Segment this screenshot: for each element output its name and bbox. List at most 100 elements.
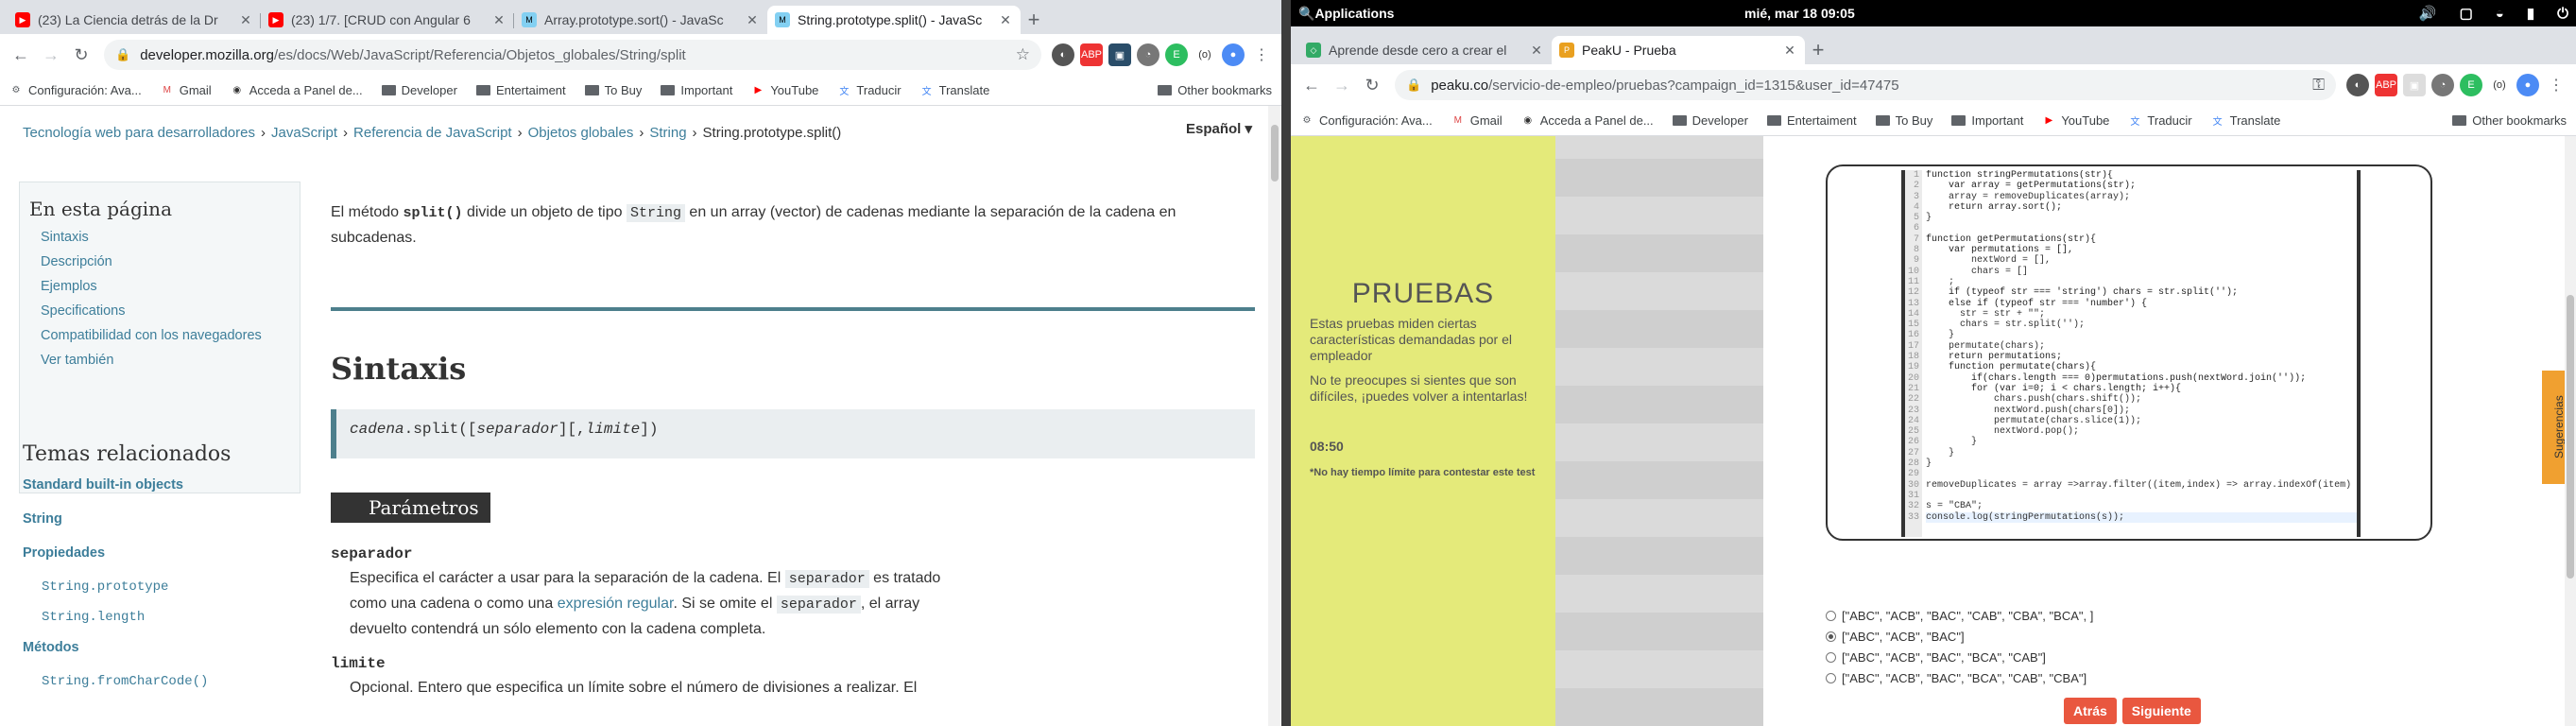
bookmark-item[interactable]: ◉ Acceda a Panel de... xyxy=(1521,113,1653,128)
toc-link[interactable]: Sintaxis xyxy=(41,230,290,245)
bookmark-folder[interactable]: To Buy xyxy=(584,83,642,97)
back-icon[interactable]: ← xyxy=(1297,70,1327,100)
close-icon[interactable]: ✕ xyxy=(745,12,760,28)
close-icon[interactable]: ✕ xyxy=(1529,43,1544,59)
adblock-icon[interactable]: ABP xyxy=(2375,74,2397,96)
menu-icon[interactable]: ⋮ xyxy=(1250,43,1273,66)
related-link[interactable]: String.length xyxy=(42,610,306,625)
key-icon[interactable]: ⚿ xyxy=(2312,76,2325,95)
tab-peaku[interactable]: P PeakU - Prueba ✕ xyxy=(1552,36,1805,64)
bookmark-item[interactable]: ⚙ Configuración: Ava... xyxy=(9,83,142,97)
forward-icon[interactable]: → xyxy=(1327,70,1357,100)
new-tab-button[interactable]: + xyxy=(1021,6,1047,34)
breadcrumb-link[interactable]: Objetos globales xyxy=(528,125,634,141)
scrollbar[interactable] xyxy=(2565,136,2576,726)
toc-link[interactable]: Ver también xyxy=(41,353,290,368)
bookmark-item[interactable]: ◉ Acceda a Panel de... xyxy=(231,83,362,97)
close-icon[interactable]: ✕ xyxy=(998,12,1013,28)
language-selector[interactable]: Español ▾ xyxy=(1186,120,1252,137)
wifi-icon[interactable]: ◒ xyxy=(2496,6,2504,22)
bookmark-folder[interactable]: Developer xyxy=(381,83,457,97)
evernote-icon[interactable]: E xyxy=(1165,43,1188,66)
radio-button[interactable] xyxy=(1826,610,1836,621)
code-editor[interactable]: 1 2 3 4 5 6 7 8 9 10 11 12 13 14 15 16 17 18 19 20 21 22 23 24 2… xyxy=(1901,170,2361,537)
other-bookmarks[interactable]: Other bookmarks xyxy=(2452,113,2567,128)
star-icon[interactable]: ☆ xyxy=(1016,45,1030,64)
radio-button[interactable] xyxy=(1826,672,1836,683)
answer-option[interactable]: ["ABC", "ACB", "BAC", "BCA", "CAB"] xyxy=(1826,647,2093,667)
extension-icon[interactable]: ◐ xyxy=(1052,43,1074,66)
regex-link[interactable]: expresión regular xyxy=(558,596,674,612)
bookmark-item[interactable]: ▶ YouTube xyxy=(2042,113,2109,128)
breadcrumb-link[interactable]: String xyxy=(649,125,686,141)
extension-icon[interactable]: ◔ xyxy=(1137,43,1159,66)
related-link[interactable]: Standard built-in objects xyxy=(23,477,306,493)
bookmark-item[interactable]: M Gmail xyxy=(1451,113,1503,128)
tab-youtube-1[interactable]: ▶ (23) La Ciencia detrás de la Dr ✕ xyxy=(8,6,261,34)
volume-icon[interactable]: 🔊 xyxy=(2419,5,2437,22)
close-icon[interactable]: ✕ xyxy=(1782,43,1797,59)
bookmark-folder[interactable]: Entertaiment xyxy=(475,83,566,97)
next-button[interactable]: Siguiente xyxy=(2121,698,2201,724)
profile-avatar[interactable]: ● xyxy=(2516,74,2539,96)
tab-array-sort[interactable]: M Array.prototype.sort() - JavaSc ✕ xyxy=(514,6,767,34)
toc-link[interactable]: Specifications xyxy=(41,303,290,319)
reload-icon[interactable]: ↻ xyxy=(1357,70,1387,100)
profile-avatar[interactable]: ● xyxy=(1222,43,1245,66)
extension-icon[interactable]: ▣ xyxy=(1108,43,1131,66)
tab-aprende[interactable]: ◇ Aprende desde cero a crear el ✕ xyxy=(1298,36,1552,64)
close-icon[interactable]: ✕ xyxy=(491,12,507,28)
toc-link[interactable]: Ejemplos xyxy=(41,279,290,294)
menu-icon[interactable]: ⋮ xyxy=(2545,74,2567,96)
window-icon[interactable]: ▢ xyxy=(2460,5,2473,22)
bookmark-folder[interactable]: Important xyxy=(661,83,732,97)
extension-icon[interactable]: ◐ xyxy=(2346,74,2369,96)
breadcrumb-link[interactable]: Tecnología web para desarrolladores xyxy=(23,125,255,141)
radio-button[interactable] xyxy=(1826,631,1836,642)
breadcrumb-link[interactable]: Referencia de JavaScript xyxy=(353,125,512,141)
address-bar[interactable]: 🔒 developer.mozilla.org/es/docs/Web/JavaS… xyxy=(104,40,1041,70)
bookmark-item[interactable]: ▶ YouTube xyxy=(751,83,818,97)
related-group[interactable]: Propiedades xyxy=(23,545,306,561)
back-button[interactable]: Atrás xyxy=(2064,698,2117,724)
answer-option[interactable]: ["ABC", "ACB", "BAC"] xyxy=(1826,626,2093,647)
close-icon[interactable]: ✕ xyxy=(238,12,253,28)
toc-link[interactable]: Compatibilidad con los navegadores xyxy=(41,328,290,343)
bookmark-item[interactable]: ⚙ Configuración: Ava... xyxy=(1300,113,1433,128)
related-link[interactable]: String.fromCharCode() xyxy=(42,674,306,689)
answer-option[interactable]: ["ABC", "ACB", "BAC", "CAB", "CBA", "BCA… xyxy=(1826,605,2093,626)
toc-link[interactable]: Descripción xyxy=(41,254,290,269)
bookmark-item[interactable]: 文 Traducir xyxy=(837,83,901,97)
extension-icon[interactable]: (o) xyxy=(2488,74,2511,96)
evernote-icon[interactable]: E xyxy=(2460,74,2482,96)
bookmark-item[interactable]: 文 Translate xyxy=(2211,113,2281,128)
bookmark-folder[interactable]: Developer xyxy=(1672,113,1748,128)
radio-button[interactable] xyxy=(1826,651,1836,663)
related-link[interactable]: String xyxy=(23,511,306,527)
new-tab-button[interactable]: + xyxy=(1805,36,1831,64)
address-bar[interactable]: 🔒 peaku.co/servicio-de-empleo/pruebas?cam… xyxy=(1395,70,2336,100)
bookmark-item[interactable]: 文 Translate xyxy=(920,83,990,97)
tab-youtube-2[interactable]: ▶ (23) 1/7. [CRUD con Angular 6 ✕ xyxy=(261,6,514,34)
bookmark-folder[interactable]: Important xyxy=(1951,113,2023,128)
back-icon[interactable]: ← xyxy=(6,40,36,70)
extension-icon[interactable]: ▣ xyxy=(2403,74,2426,96)
reload-icon[interactable]: ↻ xyxy=(66,40,96,70)
other-bookmarks[interactable]: Other bookmarks xyxy=(1158,83,1272,97)
scrollbar[interactable] xyxy=(1268,106,1281,726)
extension-icon[interactable]: ◔ xyxy=(2431,74,2454,96)
related-group[interactable]: Métodos xyxy=(23,640,306,655)
power-icon[interactable]: ⏻ xyxy=(2557,6,2568,22)
extension-icon[interactable]: (o) xyxy=(1194,43,1216,66)
adblock-icon[interactable]: ABP xyxy=(1080,43,1103,66)
bookmark-folder[interactable]: To Buy xyxy=(1875,113,1932,128)
bookmark-folder[interactable]: Entertaiment xyxy=(1766,113,1857,128)
applications-menu[interactable]: 🔍Applications xyxy=(1298,6,1394,22)
forward-icon[interactable]: → xyxy=(36,40,66,70)
tab-string-split[interactable]: M String.prototype.split() - JavaSc ✕ xyxy=(767,6,1021,34)
breadcrumb-link[interactable]: JavaScript xyxy=(271,125,337,141)
battery-icon[interactable]: ▮ xyxy=(2527,5,2534,22)
bookmark-item[interactable]: 文 Traducir xyxy=(2128,113,2191,128)
related-link[interactable]: String.prototype xyxy=(42,579,306,595)
answer-option[interactable]: ["ABC", "ACB", "BAC", "BCA", "CAB", "CBA… xyxy=(1826,667,2093,688)
